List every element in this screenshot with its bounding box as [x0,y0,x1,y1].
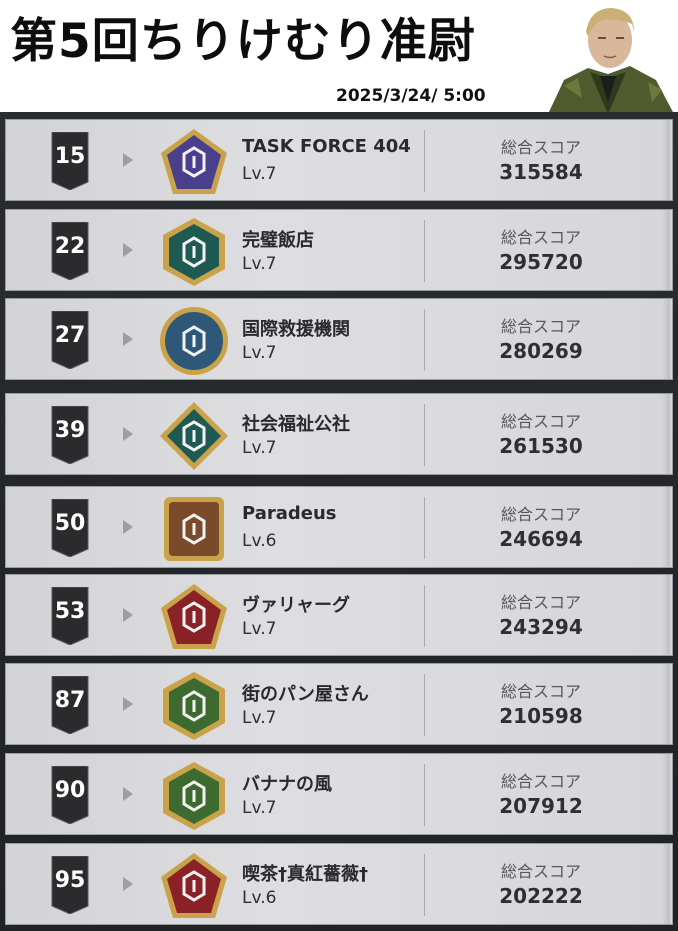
score-value: 243294 [499,615,583,639]
team-level: Lv.7 [242,798,277,818]
team-level: Lv.6 [242,888,277,908]
chevron-right-icon [123,787,133,801]
score-value: 295720 [499,250,583,274]
character-portrait [548,8,674,114]
ranking-entry-card[interactable]: 50 Paradeus Lv.6 総合スコア 246694 [5,486,673,568]
page-header: 第5回ちりけむり准尉 2025/3/24/ 5:00 [0,0,678,114]
divider [424,764,425,826]
score-label: 総合スコア [500,593,581,612]
team-name: 喫茶†真紅薔薇† [242,864,368,885]
divider [424,220,425,282]
divider [424,674,425,736]
chevron-right-icon [123,877,133,891]
score-label: 総合スコア [500,682,581,701]
teal-diamond-emblem [158,400,230,472]
chevron-right-icon [123,427,133,441]
divider [424,854,425,916]
ranking-entry-card[interactable]: 27 国際救援機関 Lv.7 総合スコア 280269 [5,298,673,380]
chevron-right-icon [123,608,133,622]
brown-square-emblem [158,493,230,565]
chevron-right-icon [123,243,133,257]
team-name: バナナの風 [242,774,332,795]
chevron-right-icon [123,153,133,167]
team-name: 完璧飯店 [242,230,314,251]
ranking-entry-card[interactable]: 90 バナナの風 Lv.7 総合スコア 207912 [5,753,673,835]
score-label: 総合スコア [500,505,581,524]
divider [424,585,425,647]
ranking-entry-card[interactable]: 22 完璧飯店 Lv.7 総合スコア 295720 [5,209,673,291]
team-level: Lv.7 [242,619,277,639]
ranking-entry-card[interactable]: 95 喫茶†真紅薔薇† Lv.6 総合スコア 202222 [5,843,673,925]
rank-number: 15 [54,144,86,169]
score-value: 261530 [499,434,583,458]
team-name: 国際救援機関 [242,319,350,340]
score-label: 総合スコア [500,862,581,881]
team-level: Lv.7 [242,343,277,363]
score-value: 280269 [499,339,583,363]
score-value: 202222 [499,884,583,908]
chevron-right-icon [123,332,133,346]
ranking-entry-card[interactable]: 53 ヴァリャーグ Lv.7 総合スコア 243294 [5,574,673,656]
ranking-entry-card[interactable]: 39 社会福祉公社 Lv.7 総合スコア 261530 [5,393,673,475]
divider [424,404,425,466]
red-pentagon-emblem [158,581,230,653]
rank-number: 95 [54,868,86,893]
green-hexagon-emblem [158,670,230,742]
teal-hexagon-emblem [158,216,230,288]
rank-number: 90 [54,778,86,803]
divider [424,130,425,192]
team-name: ヴァリャーグ [242,595,350,616]
rank-number: 50 [54,511,86,536]
score-label: 総合スコア [500,412,581,431]
team-level: Lv.7 [242,164,277,184]
divider [424,309,425,371]
score-value: 210598 [499,704,583,728]
score-value: 246694 [499,527,583,551]
score-label: 総合スコア [500,228,581,247]
team-name: Paradeus [242,503,337,524]
timestamp: 2025/3/24/ 5:00 [336,86,486,106]
score-value: 315584 [499,160,583,184]
team-level: Lv.7 [242,438,277,458]
rank-number: 53 [54,599,86,624]
team-name: 社会福祉公社 [242,414,350,435]
team-level: Lv.6 [242,531,277,551]
blue-round-emblem [158,305,230,377]
ranking-entry-card[interactable]: 87 街のパン屋さん Lv.7 総合スコア 210598 [5,663,673,745]
chevron-right-icon [123,520,133,534]
score-value: 207912 [499,794,583,818]
rank-number: 27 [54,323,86,348]
team-level: Lv.7 [242,708,277,728]
score-label: 総合スコア [500,317,581,336]
ranking-entry-card[interactable]: 15 TASK FORCE 404 Lv.7 総合スコア 315584 [5,119,673,201]
divider [424,497,425,559]
score-label: 総合スコア [500,772,581,791]
rank-number: 87 [54,688,86,713]
red-pentagon-emblem [158,850,230,922]
green-hexagon-emblem [158,760,230,832]
rank-number: 39 [54,418,86,443]
team-level: Lv.7 [242,254,277,274]
team-name: TASK FORCE 404 [242,136,411,157]
score-label: 総合スコア [500,138,581,157]
rank-number: 22 [54,234,86,259]
page-title: 第5回ちりけむり准尉 [10,14,476,69]
team-name: 街のパン屋さん [242,684,369,705]
chevron-right-icon [123,697,133,711]
purple-pentagon-emblem [158,126,230,198]
